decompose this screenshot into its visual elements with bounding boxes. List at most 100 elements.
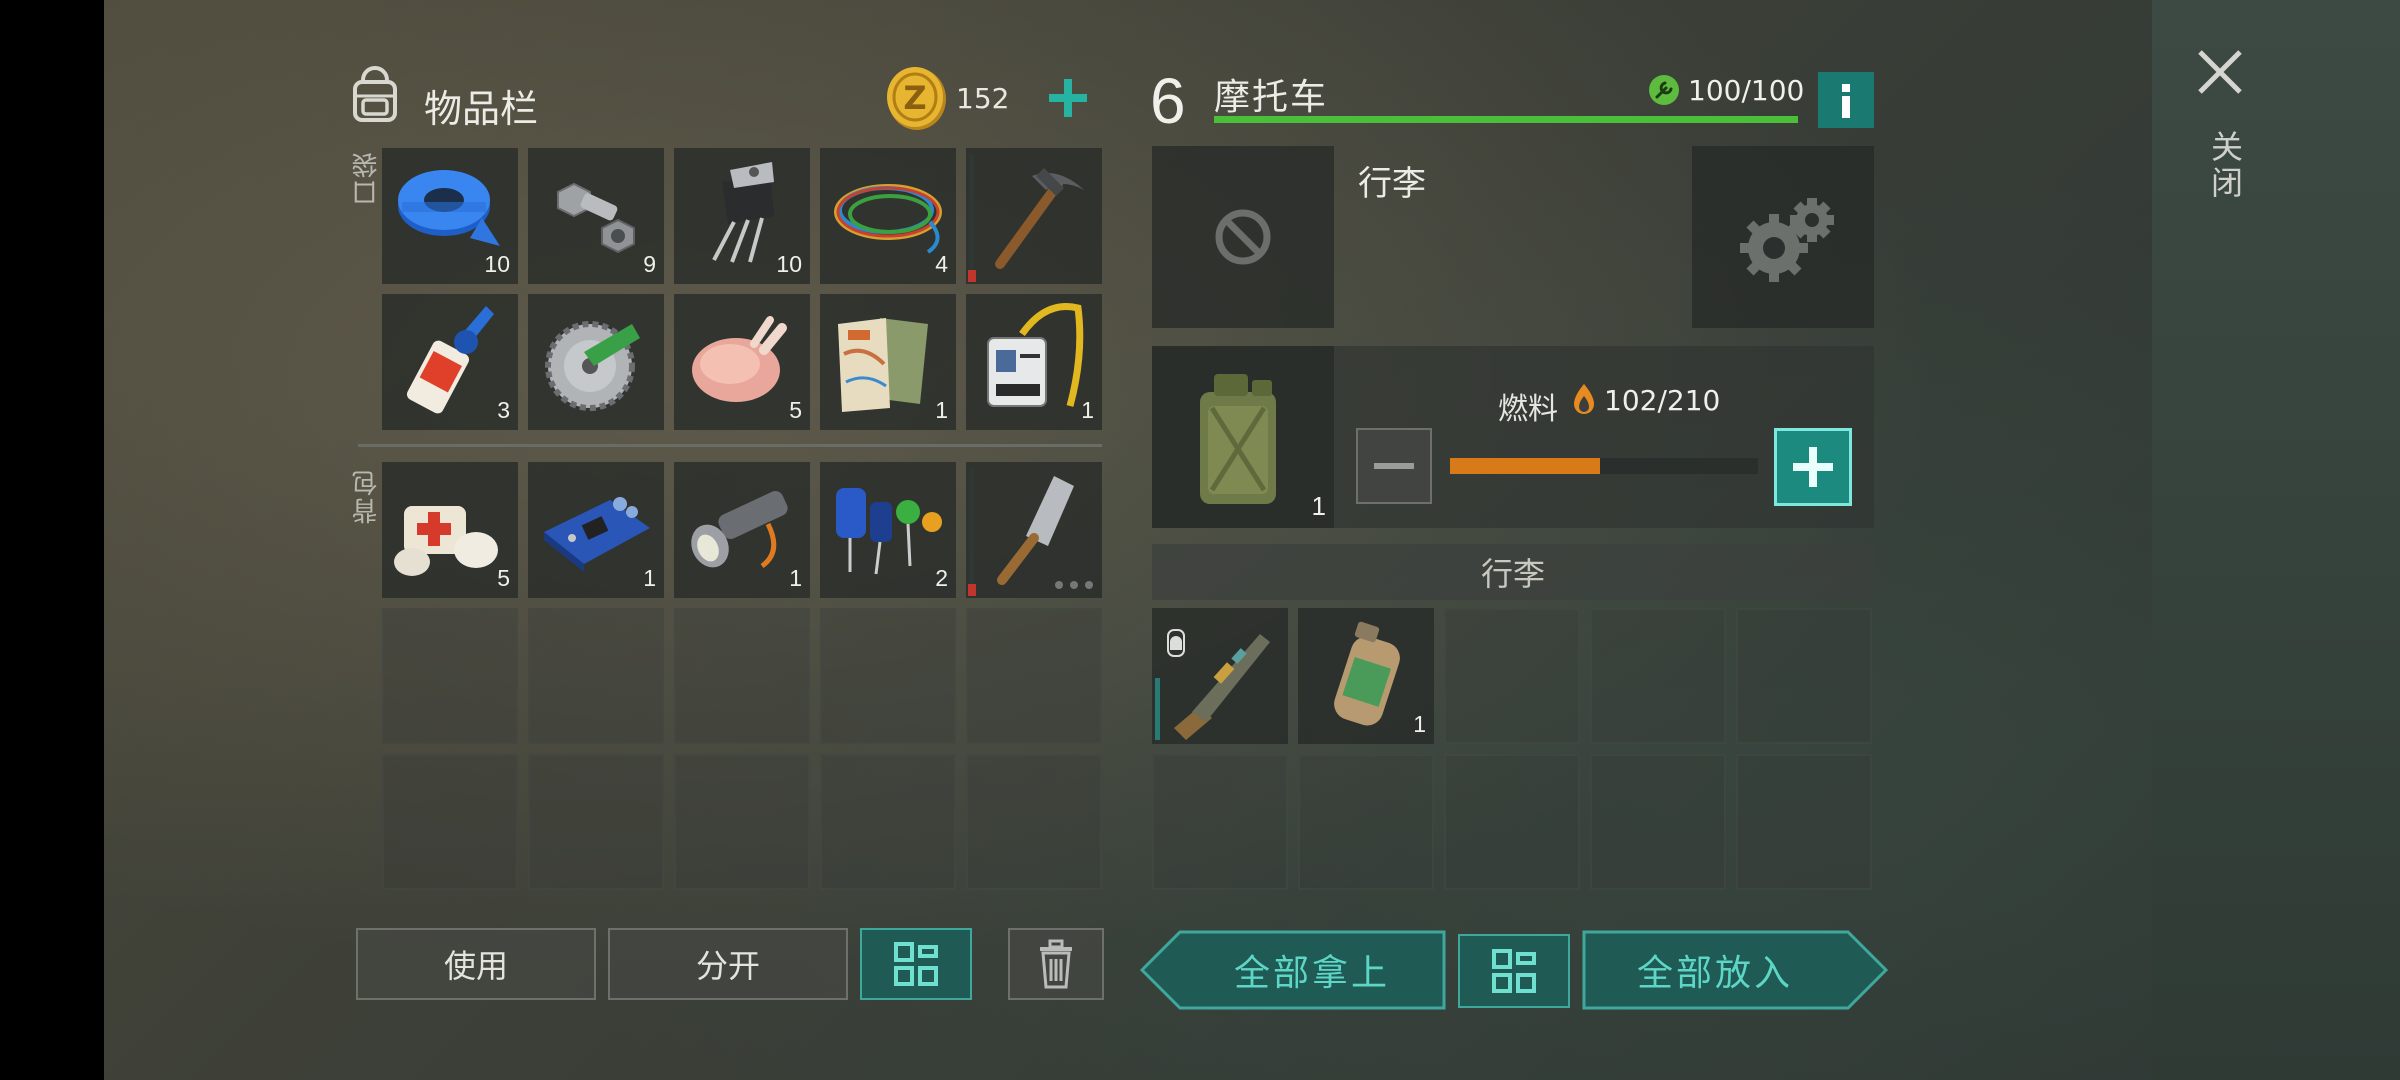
pocket-slot-saw-blade[interactable] — [528, 294, 664, 430]
durability-bar — [969, 468, 974, 584]
backpack-slot-empty[interactable] — [820, 608, 956, 744]
fuel-decrease-button[interactable] — [1356, 428, 1432, 504]
pocket-label: 口袋 — [352, 150, 382, 206]
item-count: 1 — [935, 397, 948, 423]
luggage-slot-empty[interactable] — [1444, 608, 1580, 744]
canister-count: 1 — [1311, 491, 1326, 521]
gears-icon — [1740, 198, 1834, 282]
backpack-label: 背包 — [352, 468, 382, 524]
close-button[interactable]: 关闭 — [2190, 44, 2250, 214]
pocket-slot-raw-chicken[interactable]: 5 — [674, 294, 810, 430]
item-count: 1 — [789, 565, 802, 591]
backpack-slot-empty[interactable] — [966, 754, 1102, 890]
wrench-icon — [1648, 74, 1680, 106]
item-count: 10 — [776, 251, 802, 277]
pocket-slot-pickaxe[interactable] — [966, 148, 1102, 284]
item-count: 3 — [497, 397, 510, 423]
coin-icon: Z — [884, 64, 948, 132]
saw-blade-icon — [545, 321, 640, 411]
grid-icon — [894, 942, 938, 986]
backpack-slot-empty[interactable] — [674, 608, 810, 744]
info-icon — [1842, 84, 1850, 118]
put-all-button[interactable]: 全部放入 — [1582, 930, 1888, 1010]
luggage-slot-empty[interactable] — [1152, 754, 1288, 890]
item-count: 4 — [935, 251, 948, 277]
pocket-slot-transistor[interactable]: 10 — [674, 148, 810, 284]
durability-bar — [969, 154, 974, 270]
add-coins-button[interactable] — [1046, 76, 1090, 120]
durability-bar — [1155, 678, 1160, 740]
equipment-slot-empty[interactable] — [1152, 146, 1334, 328]
low-durability-mark — [968, 584, 976, 596]
fuel-bar-track — [1450, 458, 1758, 474]
trunk-title: 行李 — [1358, 164, 1426, 204]
coin-count: 152 — [956, 82, 1010, 115]
vehicle-info-button[interactable] — [1818, 72, 1874, 128]
backpack-slot-circuit-board[interactable]: 1 — [528, 462, 664, 598]
vehicle-level: 6 — [1150, 65, 1186, 137]
backpack-slot-empty[interactable] — [528, 754, 664, 890]
backpack-slot-capacitors[interactable]: 2 — [820, 462, 956, 598]
cleaver-icon — [997, 476, 1074, 585]
fuel-label: 燃料 — [1498, 392, 1558, 427]
luggage-slot-gas-cylinder[interactable]: 1 — [1298, 608, 1434, 744]
take-all-label: 全部拿上 — [1233, 953, 1390, 994]
split-button[interactable]: 分开 — [608, 928, 848, 1000]
jerrycan-icon — [1200, 374, 1276, 504]
backpack-slot-flashlight[interactable]: 1 — [674, 462, 810, 598]
sort-luggage-button[interactable] — [1458, 934, 1570, 1008]
prohibited-icon — [1215, 209, 1271, 265]
backpack-slot-cleaver[interactable] — [966, 462, 1102, 598]
item-count: 9 — [643, 251, 656, 277]
fuel-value: 102/210 — [1604, 384, 1721, 417]
backpack-slot-empty[interactable] — [820, 754, 956, 890]
minus-icon — [1374, 463, 1414, 469]
vehicle-name: 摩托车 — [1214, 77, 1329, 118]
backpack-slot-bandages[interactable]: 5 — [382, 462, 518, 598]
close-icon — [2198, 50, 2242, 94]
low-durability-mark — [968, 270, 976, 282]
take-all-button[interactable]: 全部拿上 — [1140, 930, 1446, 1010]
item-count: 1 — [643, 565, 656, 591]
put-all-label: 全部放入 — [1636, 953, 1793, 994]
pocket-slot-duct-tape[interactable]: 10 — [382, 148, 518, 284]
sort-inventory-button[interactable] — [860, 928, 972, 1000]
pocket-slot-wires[interactable]: 4 — [820, 148, 956, 284]
fuel-canister-slot[interactable]: 1 — [1152, 346, 1334, 528]
plus-icon — [1793, 447, 1833, 487]
backpack-slot-empty[interactable] — [966, 608, 1102, 744]
more-dots-icon — [1054, 580, 1094, 590]
backpack-slot-empty[interactable] — [674, 754, 810, 890]
fuel-bar-fill — [1450, 458, 1600, 474]
luggage-slot-empty[interactable] — [1298, 754, 1434, 890]
pocket-slot-glue[interactable]: 3 — [382, 294, 518, 430]
luggage-slot-empty[interactable] — [1444, 754, 1580, 890]
trash-button[interactable] — [1008, 928, 1104, 1000]
vehicle-settings-slot[interactable] — [1692, 146, 1874, 328]
vehicle-durability: 100/100 — [1688, 74, 1805, 107]
pickaxe-icon — [995, 168, 1084, 269]
trash-icon — [1040, 939, 1072, 989]
luggage-header: 行李 — [1480, 555, 1545, 593]
grid-icon — [1492, 949, 1536, 993]
item-count: 5 — [497, 565, 510, 591]
use-button[interactable]: 使用 — [356, 928, 596, 1000]
pocket-slot-id-badge[interactable]: 1 — [966, 294, 1102, 430]
luggage-slot-empty[interactable] — [1590, 608, 1726, 744]
durability-bar-track — [1214, 116, 1798, 123]
rifle-icon — [1167, 629, 1270, 740]
durability-bar-fill — [1214, 116, 1798, 123]
backpack-slot-empty[interactable] — [528, 608, 664, 744]
item-count: 10 — [484, 251, 510, 277]
pocket-slot-map[interactable]: 1 — [820, 294, 956, 430]
fuel-increase-button[interactable] — [1774, 428, 1852, 506]
backpack-slot-empty[interactable] — [382, 608, 518, 744]
backpack-icon — [345, 66, 405, 126]
luggage-slot-empty[interactable] — [1590, 754, 1726, 890]
svg-text:Z: Z — [903, 79, 926, 117]
luggage-slot-empty[interactable] — [1736, 608, 1872, 744]
backpack-slot-empty[interactable] — [382, 754, 518, 890]
luggage-slot-rifle[interactable] — [1152, 608, 1288, 744]
luggage-slot-empty[interactable] — [1736, 754, 1872, 890]
pocket-slot-bolts-nut[interactable]: 9 — [528, 148, 664, 284]
